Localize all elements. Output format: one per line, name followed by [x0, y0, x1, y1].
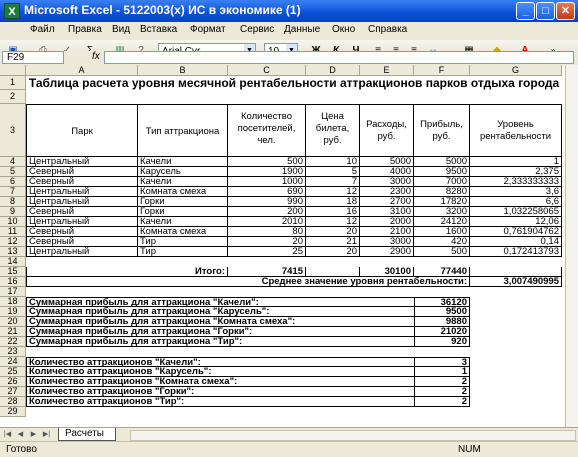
header-cell[interactable]: Расходы, руб. — [360, 104, 414, 157]
excel-app-icon[interactable]: X — [4, 3, 20, 19]
worksheet-grid[interactable]: A B C D E F G 1 2 3 4 5 6 7 8 9 10 11 12… — [0, 65, 578, 427]
menu-edit[interactable]: Правка — [68, 24, 102, 35]
header-cell[interactable]: Уровень рентабельности — [470, 104, 562, 157]
menu-help[interactable]: Справка — [368, 24, 407, 35]
sheet-tab-bar: |◀ ◀ ▶ ▶| Расчеты — [0, 427, 578, 442]
total-label[interactable]: Итого: — [26, 267, 228, 277]
vertical-scrollbar[interactable] — [565, 65, 578, 427]
table-cell[interactable]: Центральный — [26, 247, 138, 257]
column-header[interactable]: E — [360, 65, 414, 76]
menu-view[interactable]: Вид — [112, 24, 130, 35]
sheet-title[interactable]: Таблица расчета уровня месячной рентабел… — [26, 76, 562, 104]
menu-format[interactable]: Формат — [190, 24, 226, 35]
status-bar: Готово NUM — [0, 441, 578, 457]
function-icon[interactable]: fx — [92, 51, 100, 62]
average-value[interactable]: 3,007490995 — [470, 277, 562, 287]
summary-value[interactable]: 2 — [414, 397, 470, 407]
row-header[interactable]: 1 — [0, 76, 26, 90]
first-sheet-icon[interactable]: |◀ — [2, 430, 13, 440]
table-cell[interactable]: 25 — [228, 247, 306, 257]
column-header[interactable]: B — [138, 65, 228, 76]
status-text: Готово — [6, 444, 37, 455]
select-all-corner[interactable] — [0, 65, 26, 76]
menu-window[interactable]: Окно — [332, 24, 355, 35]
name-box[interactable]: F29 — [2, 51, 64, 64]
formula-bar: F29 fx — [0, 51, 578, 65]
window-title: Microsoft Excel - 5122003(x) ИС в эконом… — [24, 3, 301, 17]
header-cell[interactable]: Прибыль, руб. — [414, 104, 470, 157]
menu-insert[interactable]: Вставка — [140, 24, 177, 35]
minimize-button[interactable]: _ — [516, 2, 535, 20]
menu-tools[interactable]: Сервис — [240, 24, 274, 35]
sheet-tab-calculations[interactable]: Расчеты — [58, 428, 116, 441]
summary-label[interactable]: Суммарная прибыль для аттракциона "Тир": — [26, 337, 414, 347]
table-cell[interactable]: 0,172413793 — [470, 247, 562, 257]
row-header[interactable]: 29 — [0, 407, 26, 417]
row-header[interactable]: 3 — [0, 104, 26, 157]
table-cell[interactable]: 2900 — [360, 247, 414, 257]
average-label[interactable]: Среднее значение уровня рентабельности: — [26, 277, 470, 287]
prev-sheet-icon[interactable]: ◀ — [15, 430, 26, 440]
header-cell[interactable]: Парк — [26, 104, 138, 157]
table-cell[interactable]: 500 — [414, 247, 470, 257]
title-bar: X Microsoft Excel - 5122003(x) ИС в экон… — [0, 0, 578, 22]
last-sheet-icon[interactable]: ▶| — [41, 430, 52, 440]
header-cell[interactable]: Количество посетителей, чел. — [228, 104, 306, 157]
close-button[interactable]: ✕ — [556, 2, 575, 20]
menu-bar: Файл Правка Вид Вставка Формат Сервис Да… — [0, 22, 578, 40]
column-header[interactable]: F — [414, 65, 470, 76]
horizontal-scrollbar[interactable] — [130, 430, 576, 441]
column-header[interactable]: D — [306, 65, 360, 76]
summary-label[interactable]: Количество аттракционов "Тир": — [26, 397, 414, 407]
row-header[interactable]: 2 — [0, 90, 26, 104]
column-header[interactable]: C — [228, 65, 306, 76]
column-header[interactable]: A — [26, 65, 138, 76]
num-lock-indicator: NUM — [458, 444, 481, 455]
table-cell[interactable]: Тир — [138, 247, 228, 257]
formula-input[interactable] — [104, 51, 574, 64]
summary-value[interactable]: 920 — [414, 337, 470, 347]
next-sheet-icon[interactable]: ▶ — [28, 430, 39, 440]
table-cell[interactable]: 20 — [306, 247, 360, 257]
maximize-button[interactable]: □ — [536, 2, 555, 20]
column-header[interactable]: G — [470, 65, 562, 76]
menu-data[interactable]: Данные — [284, 24, 320, 35]
header-cell[interactable]: Тип аттракциона — [138, 104, 228, 157]
menu-file[interactable]: Файл — [30, 24, 55, 35]
header-cell[interactable]: Цена билета, руб. — [306, 104, 360, 157]
